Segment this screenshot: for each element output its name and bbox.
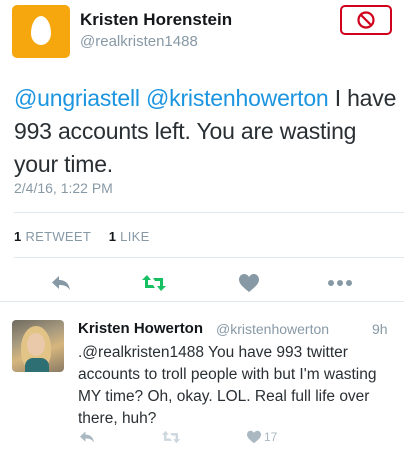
avatar[interactable] — [12, 320, 64, 372]
reply-author-name[interactable]: Kristen Howerton — [78, 320, 203, 337]
tweet-text: @ungriastell @kristenhowerton I have 993… — [14, 82, 398, 181]
reply-icon[interactable] — [78, 430, 96, 444]
block-button[interactable] — [340, 5, 392, 35]
reply-like-count: 17 — [264, 430, 278, 444]
like-label[interactable]: LIKE — [120, 229, 149, 244]
heart-icon[interactable] — [246, 430, 262, 444]
like-count[interactable]: 1 — [109, 229, 117, 244]
tweet-timestamp: 2/4/16, 1:22 PM — [14, 180, 113, 196]
reply-author-handle[interactable]: @kristenhowerton — [216, 321, 329, 337]
more-dots-icon[interactable] — [327, 279, 353, 287]
author-name[interactable]: Kristen Horenstein — [80, 10, 232, 30]
mention-link[interactable]: @kristenhowerton — [146, 85, 329, 111]
author-handle[interactable]: @realkristen1488 — [80, 33, 198, 50]
reply-text: .@realkristen1488 You have 993 twitter a… — [78, 344, 377, 427]
retweet-label[interactable]: RETWEET — [25, 229, 90, 244]
retweet-count[interactable]: 1 — [14, 229, 22, 244]
divider — [14, 212, 404, 213]
divider — [14, 257, 404, 258]
mention-link[interactable]: @ungriastell — [14, 85, 140, 111]
retweet-icon[interactable] — [161, 430, 181, 444]
egg-avatar-icon[interactable] — [12, 5, 70, 58]
block-icon — [357, 11, 375, 29]
heart-icon[interactable] — [238, 273, 260, 293]
main-tweet: Kristen Horenstein @realkristen1488 @ung… — [0, 0, 404, 302]
tweet-stats: 1 RETWEET 1 LIKE — [14, 229, 150, 244]
reply-icon[interactable] — [50, 274, 72, 292]
reply-tweet[interactable]: Kristen Howerton @kristenhowerton 9h .@r… — [0, 302, 404, 456]
retweet-icon[interactable] — [141, 274, 167, 292]
reply-time: 9h — [372, 321, 388, 337]
